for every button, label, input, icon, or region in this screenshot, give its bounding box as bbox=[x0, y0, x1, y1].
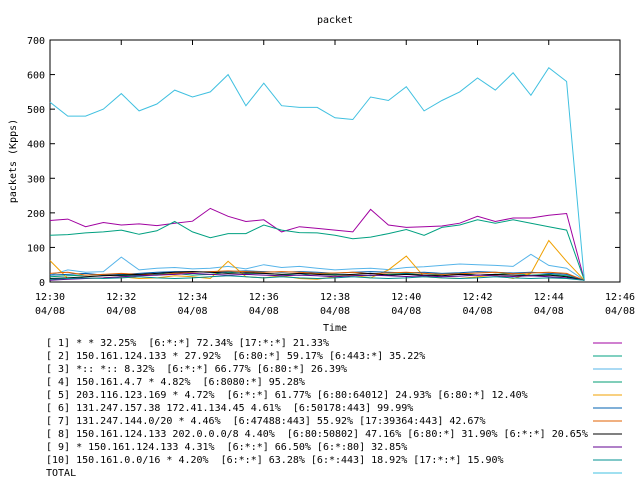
legend-label-10: [10] 150.161.0.0/16 * 4.20% [6:*:*] 63.2… bbox=[46, 455, 504, 466]
x-tick-label-time: 12:44 bbox=[534, 292, 564, 303]
x-tick-label-date: 04/08 bbox=[177, 306, 207, 317]
series-lines bbox=[49, 66, 585, 281]
chart-title: packet bbox=[317, 15, 353, 26]
legend-label-3: [ 3] *:: *:: 8.32% [6:*:*] 66.77% [6:80:… bbox=[46, 364, 347, 375]
x-tick-label-date: 04/08 bbox=[35, 306, 65, 317]
x-tick-label-date: 04/08 bbox=[106, 306, 136, 317]
x-tick-label-date: 04/08 bbox=[249, 306, 279, 317]
y-tick-label: 500 bbox=[27, 105, 45, 116]
x-tick-label-time: 12:36 bbox=[249, 292, 279, 303]
plot-frame bbox=[49, 39, 621, 283]
x-tick-label-time: 12:40 bbox=[391, 292, 421, 303]
y-tick-label: 200 bbox=[27, 209, 45, 220]
legend-label-7: [ 7] 131.247.144.0/20 * 4.46% [6:47488:4… bbox=[46, 416, 486, 427]
x-tick-label-time: 12:32 bbox=[106, 292, 136, 303]
y-tick-label: 600 bbox=[27, 71, 45, 82]
series-line-1 bbox=[49, 207, 585, 281]
x-tick-label-date: 04/08 bbox=[462, 306, 492, 317]
series-line-11 bbox=[49, 66, 585, 281]
legend-label-8: [ 8] 150.161.124.133 202.0.0.0/8 4.40% [… bbox=[46, 429, 588, 440]
x-tick-label-date: 04/08 bbox=[534, 306, 564, 317]
legend-label-4: [ 4] 150.161.4.7 * 4.82% [6:8080:*] 95.2… bbox=[46, 377, 305, 388]
y-tick-label: 100 bbox=[27, 243, 45, 254]
y-tick-label: 0 bbox=[39, 278, 45, 289]
legend-label-5: [ 5] 203.116.123.169 * 4.72% [6:*:*] 61.… bbox=[46, 390, 528, 401]
packet-chart: packet packets (Kpps) Time 0 100 200 300 400… bbox=[8, 15, 635, 479]
legend-label-9: [ 9] * 150.161.124.133 4.31% [6:*:*] 66.… bbox=[46, 442, 407, 453]
x-tick-label-time: 12:30 bbox=[35, 292, 65, 303]
legend-label-11: TOTAL bbox=[46, 468, 76, 479]
x-tick-label-time: 12:34 bbox=[177, 292, 207, 303]
y-tick-label: 400 bbox=[27, 140, 45, 151]
x-tick-label-date: 04/08 bbox=[391, 306, 421, 317]
y-axis-label: packets (Kpps) bbox=[8, 119, 19, 203]
x-tick-label-date: 04/08 bbox=[605, 306, 635, 317]
x-tick-label-time: 12:38 bbox=[320, 292, 350, 303]
y-ticks: 0 100 200 300 400 500 600 700 bbox=[27, 36, 620, 289]
x-axis-label: Time bbox=[323, 323, 347, 334]
y-tick-label: 300 bbox=[27, 174, 45, 185]
x-tick-label-time: 12:46 bbox=[605, 292, 635, 303]
legend: [ 1] * * 32.25% [6:*:*] 72.34% [17:*:*] … bbox=[46, 338, 622, 479]
x-tick-label-time: 12:42 bbox=[462, 292, 492, 303]
legend-label-2: [ 2] 150.161.124.133 * 27.92% [6:80:*] 5… bbox=[46, 351, 425, 362]
x-tick-label-date: 04/08 bbox=[320, 306, 350, 317]
y-tick-label: 700 bbox=[27, 36, 45, 47]
legend-label-6: [ 6] 131.247.157.38 172.41.134.45 4.61% … bbox=[46, 403, 413, 414]
legend-label-1: [ 1] * * 32.25% [6:*:*] 72.34% [17:*:*] … bbox=[46, 338, 329, 349]
